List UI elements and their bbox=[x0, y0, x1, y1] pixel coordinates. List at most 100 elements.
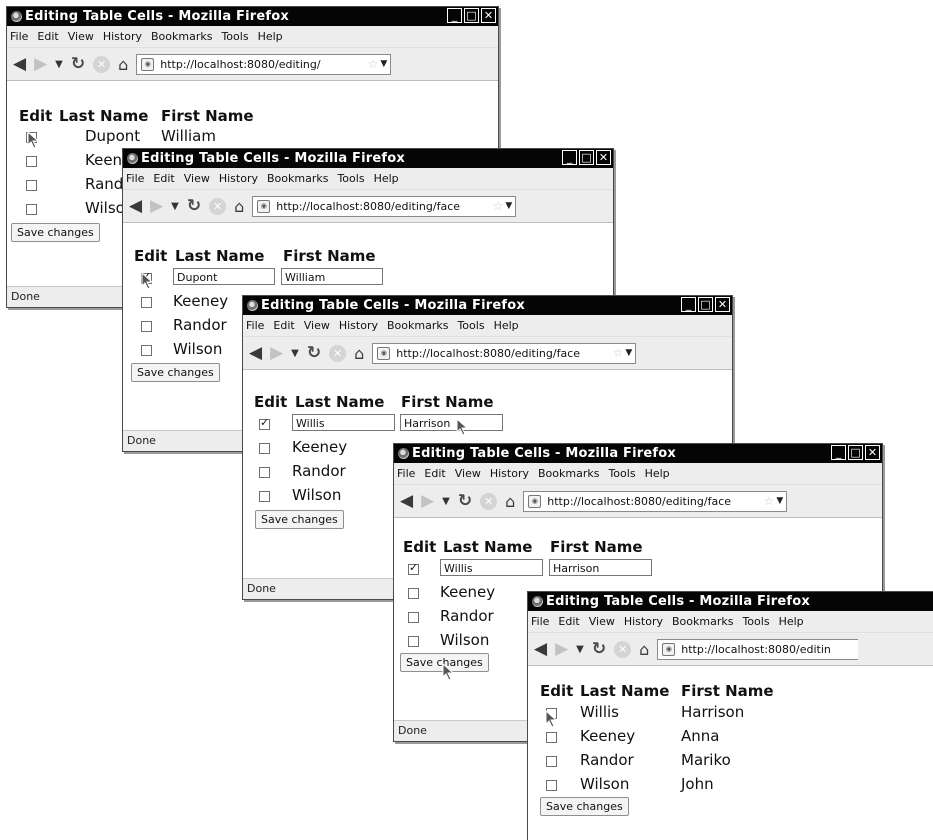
bookmark-star-icon[interactable]: ☆ bbox=[764, 494, 775, 508]
menu-help[interactable]: Help bbox=[374, 172, 399, 185]
last-name-input[interactable]: Willis bbox=[292, 414, 395, 431]
menu-bookmarks[interactable]: Bookmarks bbox=[387, 319, 448, 332]
history-dropdown-icon[interactable]: ▼ bbox=[442, 496, 450, 507]
minimize-icon[interactable]: _ bbox=[447, 8, 462, 23]
close-icon[interactable]: ✕ bbox=[481, 8, 496, 23]
first-name-input[interactable]: Harrison bbox=[400, 414, 503, 431]
menu-tools[interactable]: Tools bbox=[221, 30, 248, 43]
site-identity-icon[interactable]: ◉ bbox=[141, 57, 155, 71]
title-bar[interactable]: Editing Table Cells - Mozilla Firefox _ □… bbox=[394, 444, 882, 463]
save-changes-button[interactable]: Save changes bbox=[540, 797, 629, 816]
menu-bookmarks[interactable]: Bookmarks bbox=[672, 615, 733, 628]
menu-bookmarks[interactable]: Bookmarks bbox=[538, 467, 599, 480]
home-icon[interactable]: ⌂ bbox=[234, 197, 244, 216]
home-icon[interactable]: ⌂ bbox=[505, 492, 515, 511]
edit-checkbox[interactable] bbox=[141, 321, 152, 332]
menu-history[interactable]: History bbox=[490, 467, 529, 480]
edit-checkbox[interactable] bbox=[259, 416, 270, 430]
url-bar[interactable]: ◉ http://localhost:8080/editing/ ☆ ▼ bbox=[136, 53, 392, 75]
url-bar[interactable]: ◉ http://localhost:8080/editing/face ☆ ▼ bbox=[523, 490, 788, 512]
edit-checkbox[interactable] bbox=[408, 561, 419, 575]
stop-icon[interactable]: ✕ bbox=[329, 344, 347, 362]
title-bar[interactable]: Editing Table Cells - Mozilla Firefox bbox=[528, 592, 933, 611]
edit-checkbox[interactable] bbox=[408, 612, 419, 623]
menu-tools[interactable]: Tools bbox=[457, 319, 484, 332]
stop-icon[interactable]: ✕ bbox=[614, 640, 632, 658]
reload-icon[interactable]: ↻ bbox=[71, 54, 85, 74]
site-identity-icon[interactable]: ◉ bbox=[528, 494, 542, 508]
menu-edit[interactable]: Edit bbox=[153, 172, 174, 185]
menu-view[interactable]: View bbox=[68, 30, 94, 43]
back-icon[interactable]: ◀ bbox=[400, 491, 413, 511]
home-icon[interactable]: ⌂ bbox=[118, 55, 128, 74]
edit-checkbox[interactable] bbox=[408, 636, 419, 647]
first-name-input[interactable]: Harrison bbox=[549, 559, 652, 576]
menu-file[interactable]: File bbox=[126, 172, 144, 185]
close-icon[interactable]: ✕ bbox=[596, 150, 611, 165]
edit-checkbox[interactable] bbox=[546, 708, 557, 719]
last-name-input[interactable]: Willis bbox=[440, 559, 543, 576]
url-dropdown-icon[interactable]: ▼ bbox=[505, 201, 512, 211]
save-changes-button[interactable]: Save changes bbox=[255, 510, 344, 529]
edit-checkbox[interactable] bbox=[546, 756, 557, 767]
forward-icon[interactable]: ▶ bbox=[555, 639, 568, 659]
menu-history[interactable]: History bbox=[339, 319, 378, 332]
forward-icon[interactable]: ▶ bbox=[270, 343, 283, 363]
home-icon[interactable]: ⌂ bbox=[354, 344, 364, 363]
back-icon[interactable]: ◀ bbox=[13, 54, 26, 74]
edit-checkbox[interactable] bbox=[408, 588, 419, 599]
menu-view[interactable]: View bbox=[589, 615, 615, 628]
edit-checkbox[interactable] bbox=[26, 156, 37, 167]
reload-icon[interactable]: ↻ bbox=[187, 196, 201, 216]
stop-icon[interactable]: ✕ bbox=[209, 197, 227, 215]
site-identity-icon[interactable]: ◉ bbox=[257, 199, 271, 213]
stop-icon[interactable]: ✕ bbox=[93, 55, 111, 73]
stop-icon[interactable]: ✕ bbox=[480, 492, 498, 510]
menu-help[interactable]: Help bbox=[779, 615, 804, 628]
first-name-input[interactable]: William bbox=[281, 268, 383, 285]
history-dropdown-icon[interactable]: ▼ bbox=[171, 201, 179, 212]
edit-checkbox[interactable] bbox=[26, 132, 37, 143]
last-name-input[interactable]: Dupont bbox=[173, 268, 275, 285]
reload-icon[interactable]: ↻ bbox=[307, 343, 321, 363]
maximize-icon[interactable]: □ bbox=[579, 150, 594, 165]
url-bar[interactable]: ◉ http://localhost:8080/editing/face ☆ ▼ bbox=[372, 342, 637, 364]
url-bar[interactable]: ◉ http://localhost:8080/editin bbox=[657, 638, 859, 660]
bookmark-star-icon[interactable]: ☆ bbox=[613, 346, 624, 360]
edit-checkbox[interactable] bbox=[546, 780, 557, 791]
menu-help[interactable]: Help bbox=[258, 30, 283, 43]
menu-tools[interactable]: Tools bbox=[337, 172, 364, 185]
menu-bookmarks[interactable]: Bookmarks bbox=[151, 30, 212, 43]
url-dropdown-icon[interactable]: ▼ bbox=[776, 496, 783, 506]
menu-history[interactable]: History bbox=[219, 172, 258, 185]
save-changes-button[interactable]: Save changes bbox=[400, 653, 489, 672]
forward-icon[interactable]: ▶ bbox=[150, 196, 163, 216]
history-dropdown-icon[interactable]: ▼ bbox=[291, 348, 299, 359]
back-icon[interactable]: ◀ bbox=[249, 343, 262, 363]
menu-edit[interactable]: Edit bbox=[424, 467, 445, 480]
close-icon[interactable]: ✕ bbox=[865, 445, 880, 460]
forward-icon[interactable]: ▶ bbox=[34, 54, 47, 74]
minimize-icon[interactable]: _ bbox=[562, 150, 577, 165]
edit-checkbox[interactable] bbox=[259, 491, 270, 502]
minimize-icon[interactable]: _ bbox=[831, 445, 846, 460]
edit-checkbox[interactable] bbox=[259, 467, 270, 478]
title-bar[interactable]: Editing Table Cells - Mozilla Firefox _ □… bbox=[7, 7, 498, 26]
menu-edit[interactable]: Edit bbox=[37, 30, 58, 43]
title-bar[interactable]: Editing Table Cells - Mozilla Firefox _ □… bbox=[243, 296, 732, 315]
url-dropdown-icon[interactable]: ▼ bbox=[625, 348, 632, 358]
menu-file[interactable]: File bbox=[246, 319, 264, 332]
site-identity-icon[interactable]: ◉ bbox=[377, 346, 391, 360]
reload-icon[interactable]: ↻ bbox=[458, 491, 472, 511]
url-dropdown-icon[interactable]: ▼ bbox=[380, 59, 387, 69]
edit-checkbox[interactable] bbox=[259, 443, 270, 454]
edit-checkbox[interactable] bbox=[141, 297, 152, 308]
reload-icon[interactable]: ↻ bbox=[592, 639, 606, 659]
menu-history[interactable]: History bbox=[624, 615, 663, 628]
minimize-icon[interactable]: _ bbox=[681, 297, 696, 312]
menu-file[interactable]: File bbox=[397, 467, 415, 480]
site-identity-icon[interactable]: ◉ bbox=[662, 642, 676, 656]
bookmark-star-icon[interactable]: ☆ bbox=[493, 199, 504, 213]
edit-checkbox[interactable] bbox=[141, 345, 152, 356]
edit-checkbox[interactable] bbox=[141, 270, 152, 284]
